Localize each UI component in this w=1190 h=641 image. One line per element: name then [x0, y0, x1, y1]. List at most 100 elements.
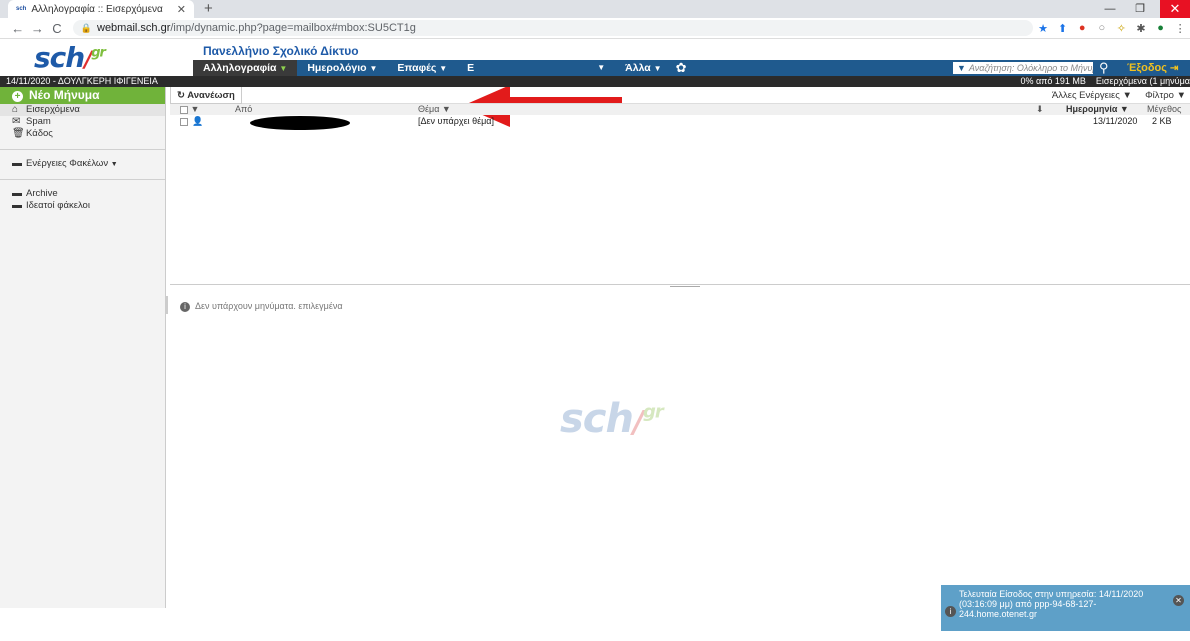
bookmark-star-icon[interactable]: ★	[1033, 22, 1053, 35]
url-host: webmail.sch.gr	[97, 22, 171, 34]
sch-logo[interactable]: sch/gr	[34, 41, 106, 74]
address-bar: ← → C 🔒 webmail.sch.gr/imp/dynamic.php?p…	[0, 18, 1190, 39]
reload-icon[interactable]: C	[47, 21, 67, 36]
menu-more[interactable]: Άλλα ▼	[615, 60, 671, 76]
menu-hidden-item[interactable]: Ε ▼	[457, 60, 615, 76]
column-from[interactable]: Από	[235, 104, 252, 115]
browser-tab-bar: sch Αλληλογραφία :: Εισερχόμενα ✕ + — ❐ …	[0, 0, 1190, 18]
menu-hidden-label: Ε	[467, 62, 475, 74]
window-close-button[interactable]: ✕	[1160, 0, 1190, 18]
main-menu-bar: Αλληλογραφία ▼ Ημερολόγιο ▼ Επαφές ▼ Ε ▼ …	[193, 60, 1190, 76]
search-input[interactable]: ▼ Αναζήτηση: Ολόκληρο το Μήνυμ...	[953, 62, 1093, 74]
logout-button[interactable]: Έξοδος ⇥	[1127, 60, 1178, 77]
message-size: 2 KB	[1152, 116, 1172, 126]
chevron-down-icon: ▼	[597, 63, 606, 72]
sidebar-item-archive[interactable]: ▬ Archive	[0, 188, 165, 200]
chevron-down-icon: ▼	[110, 161, 118, 168]
person-icon: 👤	[192, 116, 204, 126]
folder-icon: ▬	[12, 188, 22, 199]
other-actions-menu[interactable]: Άλλες Ενέργειες ▼	[1052, 90, 1132, 101]
filter-menu[interactable]: Φίλτρο ▼	[1145, 90, 1186, 101]
menu-calendar[interactable]: Ημερολόγιο ▼	[297, 60, 387, 76]
other-actions-label: Άλλες Ενέργειες	[1051, 90, 1120, 101]
chevron-down-icon: ▼	[653, 64, 662, 73]
row-checkbox[interactable]	[180, 115, 188, 127]
search-icon[interactable]: ⚲	[1099, 60, 1109, 76]
lock-icon: 🔒	[80, 22, 92, 33]
folder-actions-label: Ενέργειες Φακέλων	[26, 158, 109, 169]
refresh-label: Ανανέωση	[187, 90, 235, 101]
main-pane: ↻ Ανανέωση Άλλες Ενέργειες ▼ Φίλτρο ▼ ▼ …	[165, 87, 1190, 608]
sidebar-item-trash[interactable]: 🗑Κάδος	[0, 128, 165, 140]
url-field[interactable]: 🔒 webmail.sch.gr/imp/dynamic.php?page=ma…	[72, 20, 1034, 36]
message-subject: [Δεν υπάρχει θέμα]	[418, 116, 494, 126]
trash-icon: 🗑	[12, 128, 25, 139]
inbox-label: Εισερχόμενα	[26, 104, 80, 115]
info-icon: i	[180, 302, 190, 312]
pane-splitter[interactable]	[170, 284, 1190, 290]
url-path: /imp/dynamic.php?page=mailbox#mbox:SU5CT…	[170, 22, 416, 34]
plus-icon: +	[12, 91, 23, 102]
virtual-folders-label: Ιδεατοί φάκελοι	[26, 200, 90, 211]
site-favicon-icon: sch	[16, 6, 27, 12]
select-all-checkbox[interactable]: ▼	[180, 104, 199, 115]
info-icon: i	[945, 606, 956, 617]
search-scope-icon[interactable]: ▼	[957, 63, 966, 73]
menu-calendar-label: Ημερολόγιο	[307, 62, 367, 74]
spam-label: Spam	[26, 116, 51, 127]
adblock-icon[interactable]: ●	[1072, 22, 1092, 34]
divider	[0, 149, 165, 150]
resize-bar[interactable]	[165, 296, 168, 314]
new-tab-button[interactable]: +	[204, 0, 213, 18]
new-message-button[interactable]: + Νέο Μήνυμα	[0, 87, 165, 104]
restore-button[interactable]: ❐	[1125, 0, 1155, 18]
extension-circle-icon[interactable]: ○	[1092, 22, 1112, 34]
sidebar: + Νέο Μήνυμα ⌂ Εισερχόμενα ✉ Spam 🗑Κάδος ▬ Ε…	[0, 87, 166, 608]
close-icon[interactable]: ✕	[1173, 595, 1184, 606]
menu-mail[interactable]: Αλληλογραφία ▼	[193, 60, 298, 76]
browser-menu-icon[interactable]: ⋮	[1170, 22, 1190, 35]
chevron-down-icon: ▼	[279, 64, 288, 73]
new-message-label: Νέο Μήνυμα	[29, 88, 100, 102]
sidebar-item-virtual-folders[interactable]: ▬ Ιδεατοί φάκελοι	[0, 200, 165, 212]
archive-label: Archive	[26, 188, 58, 199]
back-icon[interactable]: ←	[8, 21, 28, 36]
menu-contacts[interactable]: Επαφές ▼	[387, 60, 457, 76]
sidebar-item-spam[interactable]: ✉ Spam	[0, 116, 165, 128]
extension-icon[interactable]: ⬆	[1053, 22, 1073, 35]
column-date[interactable]: Ημερομηνία ▼	[1066, 104, 1129, 115]
column-subject-label: Θέμα	[418, 104, 440, 114]
browser-tab[interactable]: sch Αλληλογραφία :: Εισερχόμενα ✕	[8, 0, 194, 18]
splitter-handle[interactable]	[670, 286, 700, 287]
extensions-puzzle-icon[interactable]: ✱	[1131, 22, 1151, 35]
table-row[interactable]: 👤 [Δεν υπάρχει θέμα] 13/11/2020 2 KB	[170, 115, 1190, 130]
refresh-button[interactable]: ↻ Ανανέωση	[170, 87, 242, 104]
forward-icon[interactable]: →	[28, 21, 48, 36]
gear-icon[interactable]: ✿	[676, 60, 687, 76]
chevron-down-icon: ▼	[369, 64, 378, 73]
no-selection-text: Δεν υπάρχουν μηνύματα. επιλεγμένα	[195, 301, 343, 311]
column-size[interactable]: Μέγεθος	[1147, 104, 1181, 115]
column-date-label: Ημερομηνία	[1066, 104, 1118, 114]
menu-contacts-label: Επαφές	[397, 62, 437, 74]
site-name: Πανελλήνιο Σχολικό Δίκτυο	[203, 44, 359, 58]
search-placeholder: Αναζήτηση: Ολόκληρο το Μήνυμ...	[968, 63, 1093, 73]
sort-direction-icon[interactable]: ⬇	[1036, 104, 1044, 115]
message-list-header: ▼ Από Θέμα ▼ ⬇ Ημερομηνία ▼ Μέγεθος	[170, 104, 1190, 115]
folder-icon: ▬	[12, 158, 22, 169]
tab-title: Αλληλογραφία :: Εισερχόμενα	[31, 3, 163, 15]
message-date: 13/11/2020	[1093, 116, 1138, 126]
spam-icon: ✉	[12, 116, 21, 127]
folder-status: Εισερχόμενα (1 μηνύμα	[1095, 76, 1190, 86]
folder-actions-menu[interactable]: ▬ Ενέργειες Φακέλων ▼	[0, 158, 165, 170]
sidebar-item-inbox[interactable]: ⌂ Εισερχόμενα	[0, 104, 165, 116]
extension-translate-icon[interactable]: ✧	[1112, 22, 1132, 35]
profile-avatar-icon[interactable]: ●	[1151, 22, 1171, 34]
column-subject[interactable]: Θέμα ▼	[418, 104, 451, 115]
divider	[0, 179, 165, 180]
logout-icon: ⇥	[1170, 63, 1179, 74]
menu-mail-label: Αλληλογραφία	[203, 62, 277, 74]
logo-suffix: gr	[91, 45, 106, 61]
tab-close-icon[interactable]: ✕	[177, 3, 186, 16]
minimize-button[interactable]: —	[1095, 0, 1125, 18]
